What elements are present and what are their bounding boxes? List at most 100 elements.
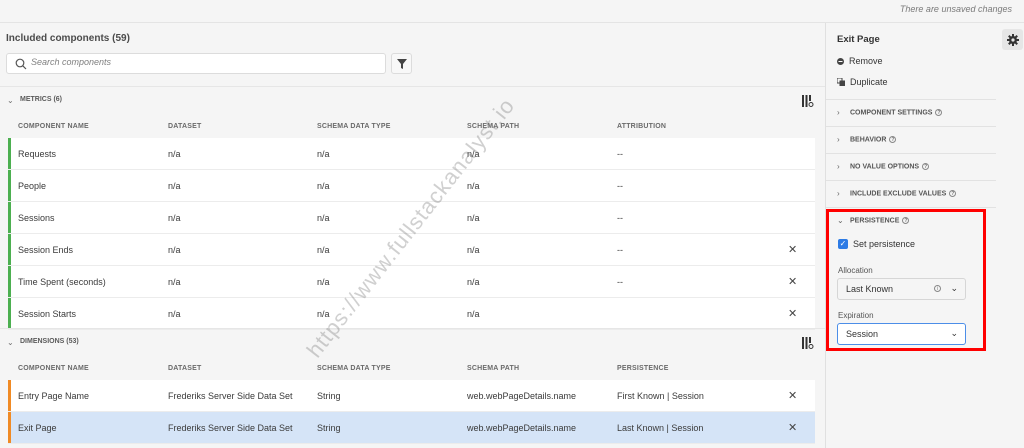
right-rail [995,23,1024,448]
cell-dataset: n/a [168,277,181,287]
accordion-label: BEHAVIOR? [850,136,897,144]
accordion-title: NO VALUE OPTIONS [850,163,920,171]
cell-path: n/a [467,309,480,319]
column-header[interactable]: ATTRIBUTION [617,123,666,130]
dimension-row[interactable]: Exit Page Frederiks Server Side Data Set S… [8,412,815,444]
cell-name: Exit Page [18,423,57,433]
column-header[interactable]: PERSISTENCE [617,365,669,372]
chevron-right-icon: › [837,135,840,144]
gear-icon [1006,33,1019,46]
chevron-right-icon: › [837,189,840,198]
top-bar: There are unsaved changes [0,0,1024,23]
dimensions-column-header: COMPONENT NAME DATASET SCHEMA DATA TYPE SCH… [0,365,815,379]
chevron-down-icon: ⌄ [950,283,958,293]
allocation-label: Allocation [838,266,873,275]
dimension-row[interactable]: Entry Page Name Frederiks Server Side Dat… [8,380,815,412]
cell-path: web.webPageDetails.name [467,391,577,401]
cell-attr: -- [617,213,623,223]
search-icon [15,58,27,70]
close-icon[interactable]: ✕ [788,421,797,434]
cell-path: n/a [467,181,480,191]
cell-dataset: n/a [168,181,181,191]
set-persistence-label: Set persistence [853,239,916,249]
close-icon[interactable]: ✕ [788,307,797,320]
cell-type: n/a [317,149,330,159]
set-persistence-checkbox[interactable]: ✓ [838,239,848,249]
accordion-label: NO VALUE OPTIONS? [850,163,930,171]
cell-dataset: n/a [168,213,181,223]
expiration-value: Session [846,329,879,339]
column-settings-icon[interactable] [802,95,814,107]
column-header[interactable]: SCHEMA DATA TYPE [317,123,391,130]
type-color-bar [8,266,11,297]
cell-attr: Last Known | Session [617,423,704,433]
metric-row[interactable]: People n/a n/a n/a -- [8,170,815,202]
accordion-behavior[interactable]: › BEHAVIOR? [826,126,996,153]
close-icon[interactable]: ✕ [788,275,797,288]
chevron-down-icon: ⌄ [7,338,14,347]
cell-name: Time Spent (seconds) [18,277,106,287]
remove-button[interactable]: Remove [837,56,883,66]
type-color-bar [8,234,11,265]
components-title: Included components (59) [6,33,130,44]
cell-attr: First Known | Session [617,391,704,401]
filter-icon [396,58,407,69]
cell-type: n/a [317,245,330,255]
cell-path: n/a [467,245,480,255]
cell-type: String [317,423,341,433]
cell-type: n/a [317,309,330,319]
column-header[interactable]: SCHEMA PATH [467,365,519,372]
column-header[interactable]: SCHEMA PATH [467,123,519,130]
chevron-right-icon: › [837,108,840,117]
accordion-title: COMPONENT SETTINGS [850,109,933,117]
accordion-include-exclude-values[interactable]: › INCLUDE EXCLUDE VALUES? [826,180,996,207]
metrics-label: METRICS (6) [20,96,62,103]
metrics-section-header[interactable]: ⌄ METRICS (6) [0,86,825,114]
help-icon[interactable]: ? [935,109,943,116]
cell-type: n/a [317,213,330,223]
metric-row[interactable]: Requests n/a n/a n/a -- [8,138,815,170]
duplicate-label: Duplicate [850,77,888,87]
close-icon[interactable]: ✕ [788,243,797,256]
metric-row[interactable]: Time Spent (seconds) n/a n/a n/a -- ✕ [8,266,815,298]
search-input[interactable] [31,57,371,67]
filter-button[interactable] [391,53,412,74]
column-header[interactable]: COMPONENT NAME [18,365,89,372]
allocation-dropdown[interactable]: Last Known i ⌄ [837,278,966,300]
search-box[interactable] [6,53,386,74]
dimensions-section-header[interactable]: ⌄ DIMENSIONS (53) [0,328,825,358]
metric-row[interactable]: Session Ends n/a n/a n/a -- ✕ [8,234,815,266]
column-header[interactable]: COMPONENT NAME [18,123,89,130]
accordion-title: INCLUDE EXCLUDE VALUES [850,190,947,198]
column-header[interactable]: DATASET [168,123,201,130]
remove-label: Remove [849,56,883,66]
metric-row[interactable]: Sessions n/a n/a n/a -- [8,202,815,234]
chevron-down-icon: ⌄ [7,96,14,105]
metric-row[interactable]: Session Starts n/a n/a n/a ✕ [8,298,815,330]
cell-dataset: n/a [168,149,181,159]
cell-attr: -- [617,149,623,159]
column-header[interactable]: SCHEMA DATA TYPE [317,365,391,372]
settings-button[interactable] [1002,29,1023,50]
cell-type: String [317,391,341,401]
accordion-component-settings[interactable]: › COMPONENT SETTINGS? [826,99,996,126]
help-icon[interactable]: ? [889,136,897,143]
help-icon[interactable]: ? [922,163,930,170]
cell-attr: -- [617,245,623,255]
help-icon[interactable]: ? [949,190,957,197]
type-color-bar [8,412,11,443]
expiration-dropdown[interactable]: Session ⌄ [837,323,966,345]
accordion-title: BEHAVIOR [850,136,887,144]
cell-name: Requests [18,149,57,159]
allocation-value: Last Known [846,284,894,294]
accordion-no-value-options[interactable]: › NO VALUE OPTIONS? [826,153,996,180]
cell-path: n/a [467,277,480,287]
cell-type: n/a [317,277,330,287]
duplicate-button[interactable]: Duplicate [837,77,888,87]
info-icon[interactable]: i [934,285,941,292]
column-header[interactable]: DATASET [168,365,201,372]
components-panel: Included components (59) ⌄ METRICS (6) C… [0,23,825,448]
column-settings-icon[interactable] [802,337,814,349]
type-color-bar [8,202,11,233]
close-icon[interactable]: ✕ [788,389,797,402]
